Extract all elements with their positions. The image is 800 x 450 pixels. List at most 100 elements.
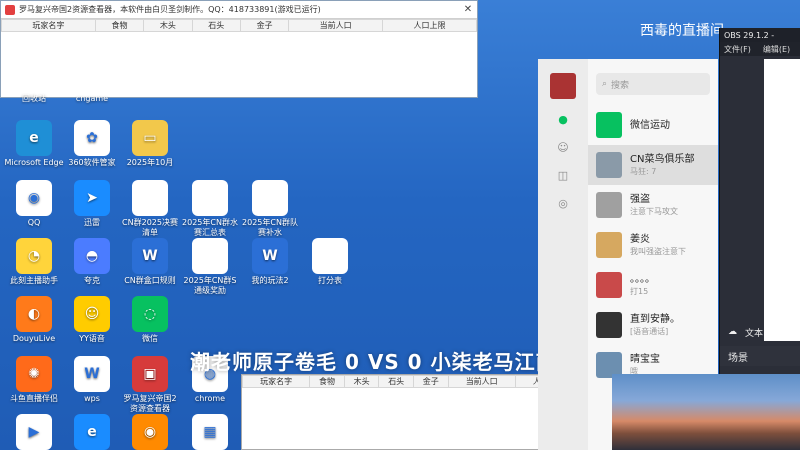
app-icon	[192, 180, 228, 216]
desktop-icon-label: 2025年CN群S通级奖励	[183, 276, 237, 295]
desktop-icon[interactable]: ◐ DouyuLive	[4, 296, 64, 344]
desktop-icon[interactable]: ☺ YY语音	[62, 296, 122, 344]
chat-list-item[interactable]: 姜炎 我叫强盗注意下	[588, 225, 718, 265]
moments-icon[interactable]: ◎	[553, 193, 573, 213]
desktop-icon[interactable]: ◉ QQ	[4, 180, 64, 228]
bottom-resource-table: 玩家名字食物木头石头金子当前人口人口上限	[241, 375, 584, 388]
search-input[interactable]: ⌕ 搜索	[596, 73, 710, 95]
app-icon	[192, 238, 228, 274]
table-header-cell: 石头	[378, 375, 414, 388]
desktop-icon[interactable]: ▦其他	[180, 414, 240, 450]
search-icon: ⌕	[602, 79, 608, 89]
obs-scene-row[interactable]: 场景	[720, 346, 800, 366]
chat-preview: 打15	[630, 287, 649, 296]
desktop-icon-label: 2025年CN群水赛汇总表	[182, 218, 238, 237]
desktop-icon[interactable]: W 我的玩法2	[240, 238, 300, 286]
desktop-icon-label: 微信	[142, 334, 158, 343]
desktop-icon[interactable]: 2025年CN群水赛汇总表	[180, 180, 240, 238]
desktop-icon-cngame[interactable]: cngame	[62, 94, 122, 104]
desktop-icon-label: YY语音	[79, 334, 105, 343]
desktop-icon[interactable]: 2025年CN群队赛补水	[240, 180, 300, 238]
chat-list-item[interactable]: 直到安静。 [语音通话]	[588, 305, 718, 345]
desktop-icon[interactable]: ✿ 360软件管家	[62, 120, 122, 168]
desktop-icon-recycle-bin[interactable]: 回收站	[4, 94, 64, 104]
desktop-icon[interactable]: eIE	[62, 414, 122, 450]
desktop-icon[interactable]: ◔ 此刻主播助手	[4, 238, 64, 286]
chat-name: CN菜鸟俱乐部	[630, 154, 695, 165]
desktop-icon-label: 夸克	[84, 276, 100, 285]
chat-preview: [语音通话]	[630, 327, 669, 336]
table-header-cell: 当前人口	[447, 375, 516, 388]
chat-icon[interactable]: ●	[553, 109, 573, 129]
chat-name: 直到安静。	[630, 314, 680, 325]
desktop-icon[interactable]: ▶应用商店	[4, 414, 64, 450]
menu-edit[interactable]: 编辑(E)	[763, 44, 790, 55]
app-icon	[5, 4, 15, 15]
app-icon: W	[74, 356, 110, 392]
app-icon: ✿	[74, 120, 110, 156]
desktop-icon[interactable]: e Microsoft Edge	[4, 120, 64, 168]
landscape-thumbnail	[612, 374, 800, 450]
desktop-icon-label: cngame	[75, 94, 109, 103]
obs-preview[interactable]	[764, 59, 800, 341]
menu-file[interactable]: 文件(F)	[724, 44, 751, 55]
app-icon: ▭	[132, 120, 168, 156]
chat-list-item[interactable]: 微信运动	[588, 105, 718, 145]
desktop-icon-label: chrome	[194, 394, 226, 403]
desktop-icon[interactable]: ▭ 2025年10月	[120, 120, 180, 168]
chat-list-item[interactable]: 。。。。 打15	[588, 265, 718, 305]
desktop-icon-label: CN群2025决赛清单	[122, 218, 178, 237]
desktop-icon[interactable]: ▣ 罗马复兴帝国2资源查看器	[120, 356, 180, 414]
table-header-cell: 食物	[309, 375, 345, 388]
close-icon[interactable]: ✕	[459, 4, 477, 15]
desktop-icon-label: 回收站	[22, 94, 46, 103]
favorites-icon[interactable]: ◫	[553, 165, 573, 185]
desktop-icon[interactable]: ◌ 微信	[120, 296, 180, 344]
chat-list-item[interactable]: CN菜鸟俱乐部 马狂: 7	[588, 145, 718, 185]
desktop-icon[interactable]: 2025年CN群S通级奖励	[180, 238, 240, 296]
desktop-icon[interactable]: ◓ 夸克	[62, 238, 122, 286]
desktop-icon-label: 此刻主播助手	[10, 276, 58, 285]
obs-title: OBS 29.1.2 -	[724, 30, 775, 40]
chat-avatar	[596, 152, 622, 178]
bottom-resource-panel: 玩家名字食物木头石头金子当前人口人口上限	[241, 374, 584, 450]
avatar[interactable]	[550, 73, 576, 99]
obs-scene-label: 场景	[728, 352, 748, 364]
chat-preview: 马狂: 7	[630, 167, 657, 176]
desktop-icon[interactable]: ➤ 迅雷	[62, 180, 122, 228]
stream-title: 西毒的直播间	[640, 23, 724, 39]
desktop-icon[interactable]: W CN群盒口规则	[120, 238, 180, 286]
chat-avatar	[596, 272, 622, 298]
chat-name: 姜炎	[630, 234, 650, 245]
chat-name: 晴宝宝	[630, 354, 660, 365]
chat-name: 微信运动	[630, 119, 670, 131]
chat-list-item[interactable]: 强盗 注意下马攻文	[588, 185, 718, 225]
chat-avatar	[596, 312, 622, 338]
table-header-cell: 石头	[191, 19, 241, 32]
desktop-icon[interactable]: Wwps	[62, 356, 122, 404]
resource-viewer-titlebar[interactable]: 罗马复兴帝国2资源查看器，本软件由白贝圣剑制作。QQ：418733891(游戏已…	[1, 1, 477, 19]
desktop-icon[interactable]: CN群2025决赛清单	[120, 180, 180, 238]
desktop-icon-label: Microsoft Edge	[4, 158, 64, 167]
desktop-icon-label: CN群盒口规则	[124, 276, 176, 285]
desktop-icon[interactable]: 打分表	[300, 238, 360, 286]
table-header-cell: 人口上限	[382, 19, 477, 32]
obs-source-label: 文本	[745, 328, 764, 339]
desktop-icon-label: 斗鱼直播伴侣	[10, 394, 58, 403]
desktop-icon[interactable]: ◉直播	[120, 414, 180, 450]
obs-source-row[interactable]: ☁ 文本	[720, 323, 800, 341]
contacts-icon[interactable]: ☺	[553, 137, 573, 157]
app-icon: ◉	[16, 180, 52, 216]
chat-avatar	[596, 232, 622, 258]
desktop-icon[interactable]: ✺ 斗鱼直播伴侣	[4, 356, 64, 404]
table-header-cell: 玩家名字	[1, 19, 96, 32]
desktop-icon-label: 360软件管家	[68, 158, 116, 167]
wechat-sidebar: ● ☺ ◫ ◎	[538, 59, 588, 450]
table-header-cell: 木头	[143, 19, 193, 32]
app-icon	[132, 180, 168, 216]
app-icon: ➤	[74, 180, 110, 216]
app-icon: ◔	[16, 238, 52, 274]
table-header-cell: 当前人口	[288, 19, 384, 32]
chat-avatar	[596, 192, 622, 218]
match-score-overlay: 潮老师原子卷毛 0 VS 0 小柒老马江南	[190, 350, 557, 374]
